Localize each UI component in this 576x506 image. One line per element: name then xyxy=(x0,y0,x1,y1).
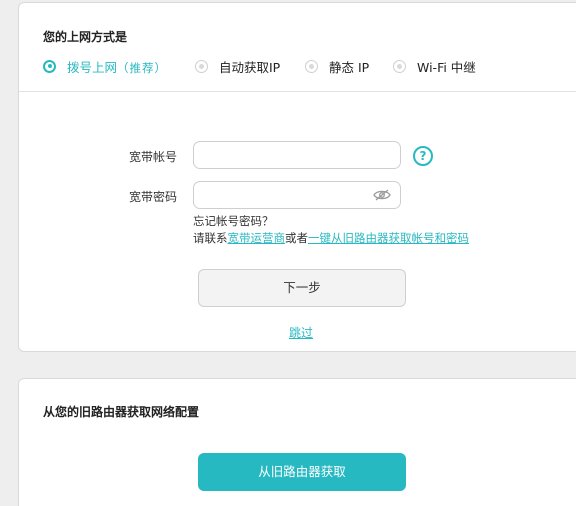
radio-dhcp[interactable]: 自动获取IP xyxy=(195,57,280,75)
password-input[interactable] xyxy=(194,182,400,208)
isp-link[interactable]: 宽带运营商 xyxy=(228,231,286,245)
radio-unchecked-icon xyxy=(305,59,318,73)
old-router-card: 从您的旧路由器获取网络配置 从旧路由器获取 xyxy=(18,378,576,506)
account-field[interactable] xyxy=(193,141,401,169)
password-field[interactable] xyxy=(193,181,401,209)
or-text: 或者 xyxy=(285,231,308,245)
connection-type-title: 您的上网方式是 xyxy=(43,30,128,44)
forgot-credentials-text: 忘记帐号密码？ xyxy=(193,214,274,228)
contact-prefix: 请联系 xyxy=(193,231,228,245)
account-label: 宽带帐号 xyxy=(128,150,177,164)
radio-unchecked-icon xyxy=(195,59,208,73)
account-input[interactable] xyxy=(194,142,400,168)
old-router-title: 从您的旧路由器获取网络配置 xyxy=(43,405,200,419)
radio-checked-icon xyxy=(43,59,56,73)
question-circle-icon[interactable]: ? xyxy=(413,146,433,166)
radio-pppoe-label: 拨号上网（推荐） xyxy=(67,59,168,75)
radio-dhcp-label: 自动获取IP xyxy=(219,59,281,75)
radio-wifi-repeater-label: Wi-Fi 中继 xyxy=(417,59,476,75)
skip-link[interactable]: 跳过 xyxy=(289,324,313,341)
next-button[interactable]: 下一步 xyxy=(198,269,406,307)
radio-pppoe[interactable]: 拨号上网（推荐） xyxy=(43,57,167,75)
radio-unchecked-icon xyxy=(393,59,406,73)
password-label: 宽带密码 xyxy=(128,190,177,204)
connection-settings-card: 您的上网方式是 拨号上网（推荐） 自动获取IP 静态 IP Wi-Fi 中继 宽… xyxy=(18,2,576,352)
contact-hint-line: 请联系宽带运营商或者一键从旧路由器获取帐号和密码 xyxy=(193,230,469,246)
fetch-from-old-router-link[interactable]: 一键从旧路由器获取帐号和密码 xyxy=(308,231,469,245)
fetch-from-old-router-button[interactable]: 从旧路由器获取 xyxy=(198,453,406,491)
eye-hidden-icon[interactable] xyxy=(373,189,391,201)
radio-wifi-repeater[interactable]: Wi-Fi 中继 xyxy=(393,57,476,75)
radio-static-ip[interactable]: 静态 IP xyxy=(305,57,369,75)
radio-static-ip-label: 静态 IP xyxy=(329,59,370,75)
section-divider xyxy=(19,91,576,92)
recommended-hint: （推荐） xyxy=(117,60,168,75)
